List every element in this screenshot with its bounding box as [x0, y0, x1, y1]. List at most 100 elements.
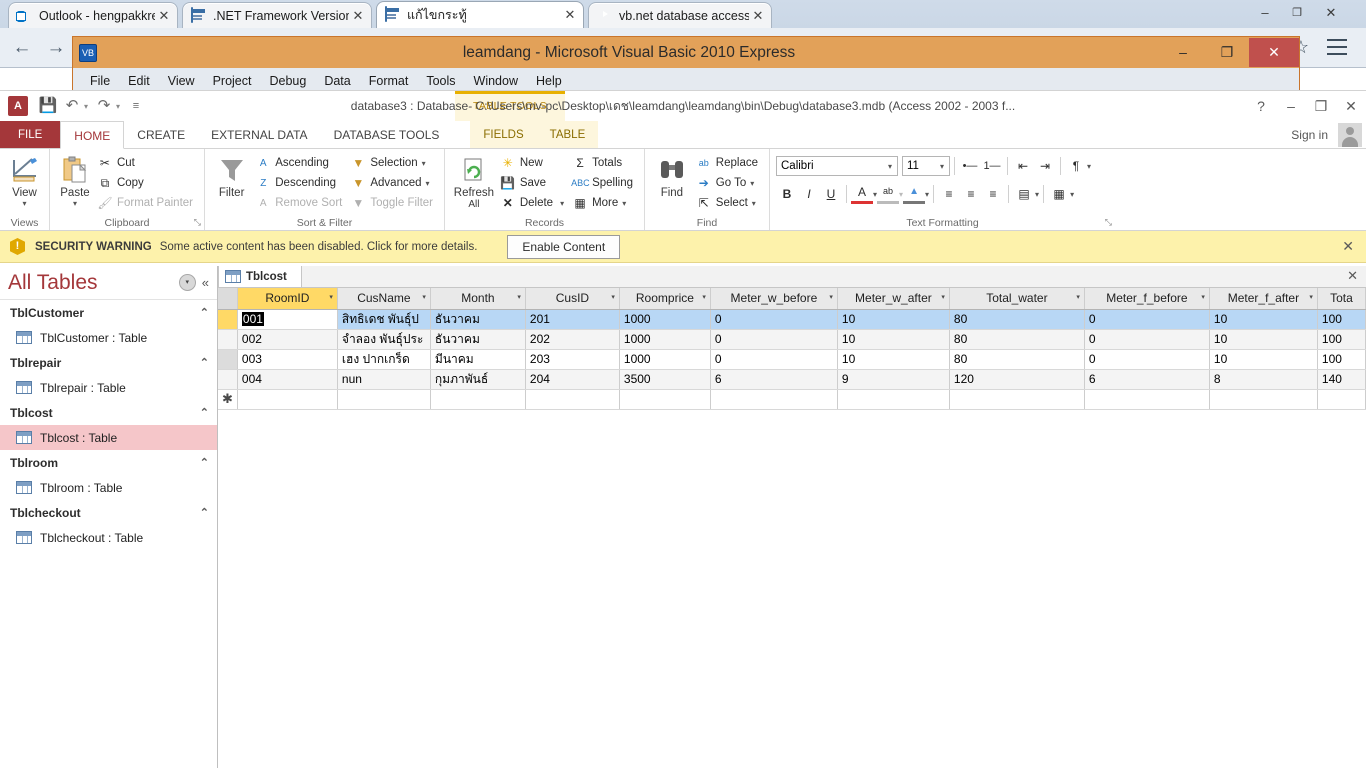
- save-icon[interactable]: 💾: [36, 94, 60, 118]
- avatar[interactable]: [1338, 123, 1362, 147]
- cell-month[interactable]: มีนาคม: [430, 349, 526, 370]
- text-direction-dropdown-icon[interactable]: ▾: [1087, 162, 1091, 171]
- customize-qat-icon[interactable]: ≡: [124, 94, 148, 118]
- cell-roomid[interactable]: 001: [236, 308, 338, 330]
- cell-cusname[interactable]: [337, 389, 431, 410]
- remove-sort-button[interactable]: A Remove Sort: [252, 193, 347, 213]
- datasheet[interactable]: RoomID ▾ CusName ▾ Month ▾ CusID ▾ Roomp…: [218, 288, 1366, 768]
- cell-meter-w-after[interactable]: 10: [837, 329, 950, 350]
- italic-button[interactable]: I: [798, 184, 820, 204]
- tab-table[interactable]: TABLE: [536, 121, 599, 148]
- redo-icon[interactable]: ↷: [92, 94, 116, 118]
- column-header-meter-f-before[interactable]: Meter_f_before ▾: [1084, 288, 1210, 310]
- vb-menu-file[interactable]: File: [81, 74, 119, 88]
- background-color-dropdown-icon[interactable]: ▾: [925, 190, 929, 199]
- browser-tab-close-icon[interactable]: ✕: [349, 7, 367, 25]
- goto-dropdown-icon[interactable]: ▾: [750, 179, 754, 188]
- alternate-row-color-button[interactable]: ▤: [1013, 184, 1035, 204]
- chevron-down-icon[interactable]: ▾: [329, 293, 333, 301]
- cell-total-water[interactable]: 120: [949, 369, 1085, 390]
- cell-meter-w-after[interactable]: 10: [837, 349, 950, 370]
- undo-icon[interactable]: ↶: [60, 94, 84, 118]
- chevron-up-icon[interactable]: ⌃: [200, 506, 209, 519]
- chevron-down-icon[interactable]: ▾: [611, 293, 615, 301]
- cell-meter-f-before[interactable]: 6: [1084, 369, 1210, 390]
- alternate-row-color-dropdown-icon[interactable]: ▾: [1035, 190, 1039, 199]
- back-icon[interactable]: ←: [10, 36, 34, 60]
- gridlines-dropdown-icon[interactable]: ▾: [1070, 190, 1074, 199]
- cell-total[interactable]: 100: [1317, 309, 1366, 330]
- align-left-button[interactable]: ≡: [938, 184, 960, 204]
- forward-icon[interactable]: →: [44, 36, 68, 60]
- nav-group-tblcheckout[interactable]: Tblcheckout ⌃: [0, 500, 217, 525]
- cell-cusid[interactable]: 204: [525, 369, 620, 390]
- column-header-total-water[interactable]: Total_water ▾: [949, 288, 1085, 310]
- chevron-down-icon[interactable]: ▾: [422, 293, 426, 301]
- nav-group-tblrepair[interactable]: Tblrepair ⌃: [0, 350, 217, 375]
- column-header-meter-w-before[interactable]: Meter_w_before ▾: [710, 288, 838, 310]
- collapse-pane-icon[interactable]: «: [202, 275, 209, 290]
- copy-button[interactable]: ⧉ Copy: [94, 173, 198, 193]
- format-painter-button[interactable]: 🖌 Format Painter: [94, 193, 198, 213]
- table-row[interactable]: 001 สิทธิเดช พันธุ์ป ธันวาคม 201 1000 0 …: [218, 308, 1366, 330]
- replace-button[interactable]: ab Replace: [693, 153, 763, 173]
- browser-close-button[interactable]: ✕: [1318, 2, 1344, 24]
- cell-cusid[interactable]: 202: [525, 329, 620, 350]
- bold-button[interactable]: B: [776, 184, 798, 204]
- align-right-button[interactable]: ≡: [982, 184, 1004, 204]
- chevron-down-icon[interactable]: ▾: [937, 162, 947, 171]
- new-record-button[interactable]: ✳ New: [497, 153, 569, 173]
- chevron-up-icon[interactable]: ⌃: [200, 306, 209, 319]
- chevron-down-icon[interactable]: ▾: [829, 293, 833, 301]
- cell-total[interactable]: 100: [1317, 349, 1366, 370]
- cell-meter-f-after[interactable]: 8: [1209, 369, 1318, 390]
- doc-tab-tblcost[interactable]: Tblcost: [218, 266, 302, 287]
- column-header-roomid[interactable]: RoomID ▾: [237, 288, 338, 310]
- view-button[interactable]: View ▾: [6, 151, 43, 208]
- paste-button[interactable]: Paste ▾: [56, 151, 94, 208]
- access-minimize-button[interactable]: –: [1276, 91, 1306, 121]
- cell-roomid[interactable]: 004: [237, 369, 338, 390]
- table-row[interactable]: 002 จำลอง พันธุ์ประ ธันวาคม 202 1000 0 1…: [218, 329, 1366, 350]
- undo-dropdown-icon[interactable]: ▾: [84, 102, 92, 111]
- delete-dropdown-icon[interactable]: ▾: [560, 199, 564, 208]
- vb-menu-help[interactable]: Help: [527, 74, 571, 88]
- cell-cusname[interactable]: จำลอง พันธุ์ประ: [337, 329, 431, 350]
- browser-tab-outlook[interactable]: O Outlook - hengpakkred@l ✕: [8, 2, 178, 28]
- descending-button[interactable]: Z Descending: [252, 173, 347, 193]
- nav-item-tblcost-table[interactable]: Tblcost : Table: [0, 425, 217, 450]
- cell-roomprice[interactable]: 1000: [619, 349, 711, 370]
- underline-button[interactable]: U: [820, 184, 842, 204]
- vb-menu-edit[interactable]: Edit: [119, 74, 159, 88]
- chevron-down-icon[interactable]: ▾: [941, 293, 945, 301]
- selection-button[interactable]: ▼ Selection ▾: [347, 153, 438, 173]
- cell-meter-w-before[interactable]: [710, 389, 838, 410]
- cell-cusid[interactable]: 201: [525, 309, 620, 330]
- advanced-button[interactable]: ▼ Advanced ▾: [347, 173, 438, 193]
- tab-fields[interactable]: FIELDS: [470, 121, 537, 148]
- view-dropdown-icon[interactable]: ▾: [6, 199, 43, 208]
- nav-item-tblroom-table[interactable]: Tblroom : Table: [0, 475, 217, 500]
- delete-record-button[interactable]: ✕ Delete ▾: [497, 193, 569, 213]
- cell-month[interactable]: ธันวาคม: [430, 329, 526, 350]
- redo-dropdown-icon[interactable]: ▾: [116, 102, 124, 111]
- highlight-button[interactable]: ab: [877, 184, 900, 204]
- cell-roomid[interactable]: 002: [237, 329, 338, 350]
- table-row[interactable]: 004 nun กุมภาพันธ์ 204 3500 6 9 120 6 8 …: [218, 369, 1366, 390]
- tab-database-tools[interactable]: DATABASE TOOLS: [321, 121, 453, 148]
- refresh-all-button[interactable]: Refresh All: [451, 151, 497, 210]
- cell-meter-f-before[interactable]: 0: [1084, 309, 1210, 330]
- cell-cusname[interactable]: สิทธิเดช พันธุ์ป: [337, 309, 431, 330]
- advanced-dropdown-icon[interactable]: ▾: [426, 179, 430, 188]
- nav-group-tblcost[interactable]: Tblcost ⌃: [0, 400, 217, 425]
- cell-total[interactable]: 100: [1317, 329, 1366, 350]
- selection-dropdown-icon[interactable]: ▾: [422, 159, 426, 168]
- cell-cusid[interactable]: [525, 389, 620, 410]
- help-icon[interactable]: ?: [1246, 91, 1276, 121]
- cell-total-water[interactable]: 80: [949, 349, 1085, 370]
- goto-button[interactable]: ➔ Go To ▾: [693, 173, 763, 193]
- cell-month[interactable]: กุมภาพันธ์: [430, 369, 526, 390]
- column-header-cusname[interactable]: CusName ▾: [337, 288, 431, 310]
- paste-dropdown-icon[interactable]: ▾: [56, 199, 94, 208]
- chevron-down-icon[interactable]: ▾: [178, 274, 196, 291]
